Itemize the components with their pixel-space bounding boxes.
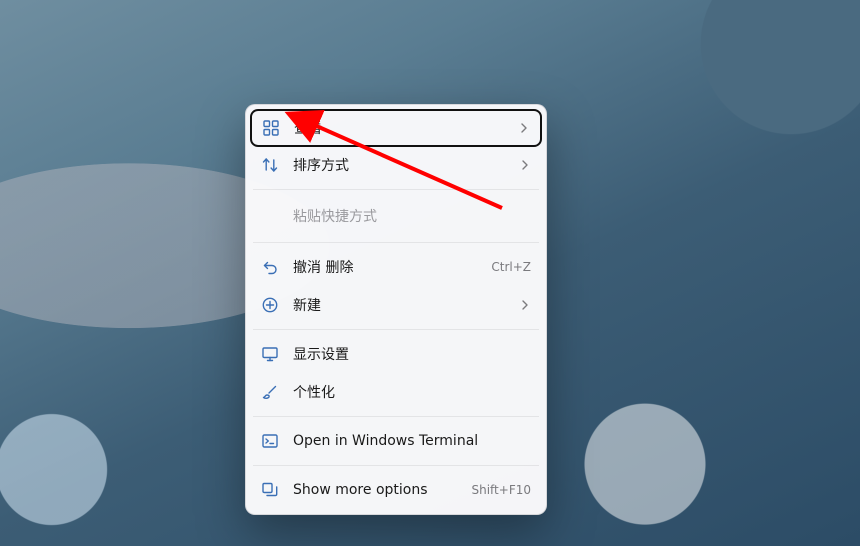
chevron-right-icon: [518, 122, 530, 134]
menu-item-more-options[interactable]: Show more options Shift+F10: [251, 471, 541, 509]
display-icon: [261, 345, 279, 363]
menu-item-label: 撤消 删除: [293, 257, 477, 277]
menu-item-label: Show more options: [293, 482, 457, 498]
chevron-right-icon: [519, 159, 531, 171]
menu-item-label: 排序方式: [293, 155, 505, 175]
menu-item-terminal[interactable]: Open in Windows Terminal: [251, 422, 541, 460]
menu-item-display-settings[interactable]: 显示设置: [251, 335, 541, 373]
terminal-icon: [261, 432, 279, 450]
separator: [253, 465, 539, 466]
menu-item-shortcut: Shift+F10: [471, 483, 531, 497]
more-options-icon: [261, 481, 279, 499]
menu-item-paste-shortcut: 粘贴快捷方式: [251, 195, 541, 237]
menu-item-view[interactable]: 查看: [250, 109, 542, 147]
chevron-right-icon: [519, 299, 531, 311]
brush-icon: [261, 383, 279, 401]
menu-item-label: 粘贴快捷方式: [293, 206, 531, 226]
undo-icon: [261, 258, 279, 276]
separator: [253, 416, 539, 417]
view-grid-icon: [262, 119, 280, 137]
menu-item-sort[interactable]: 排序方式: [251, 146, 541, 184]
menu-item-label: 新建: [293, 295, 505, 315]
plus-circle-icon: [261, 296, 279, 314]
sort-icon: [261, 156, 279, 174]
menu-item-label: 查看: [294, 118, 504, 138]
separator: [253, 242, 539, 243]
context-menu: 查看 排序方式 粘贴快捷方式 撤消 删除 Ctrl+Z: [245, 104, 547, 515]
menu-item-new[interactable]: 新建: [251, 286, 541, 324]
menu-item-shortcut: Ctrl+Z: [491, 260, 531, 274]
separator: [253, 329, 539, 330]
menu-item-personalize[interactable]: 个性化: [251, 373, 541, 411]
menu-item-label: 个性化: [293, 382, 531, 402]
menu-item-label: 显示设置: [293, 344, 531, 364]
menu-item-undo[interactable]: 撤消 删除 Ctrl+Z: [251, 248, 541, 286]
menu-item-label: Open in Windows Terminal: [293, 433, 531, 449]
separator: [253, 189, 539, 190]
